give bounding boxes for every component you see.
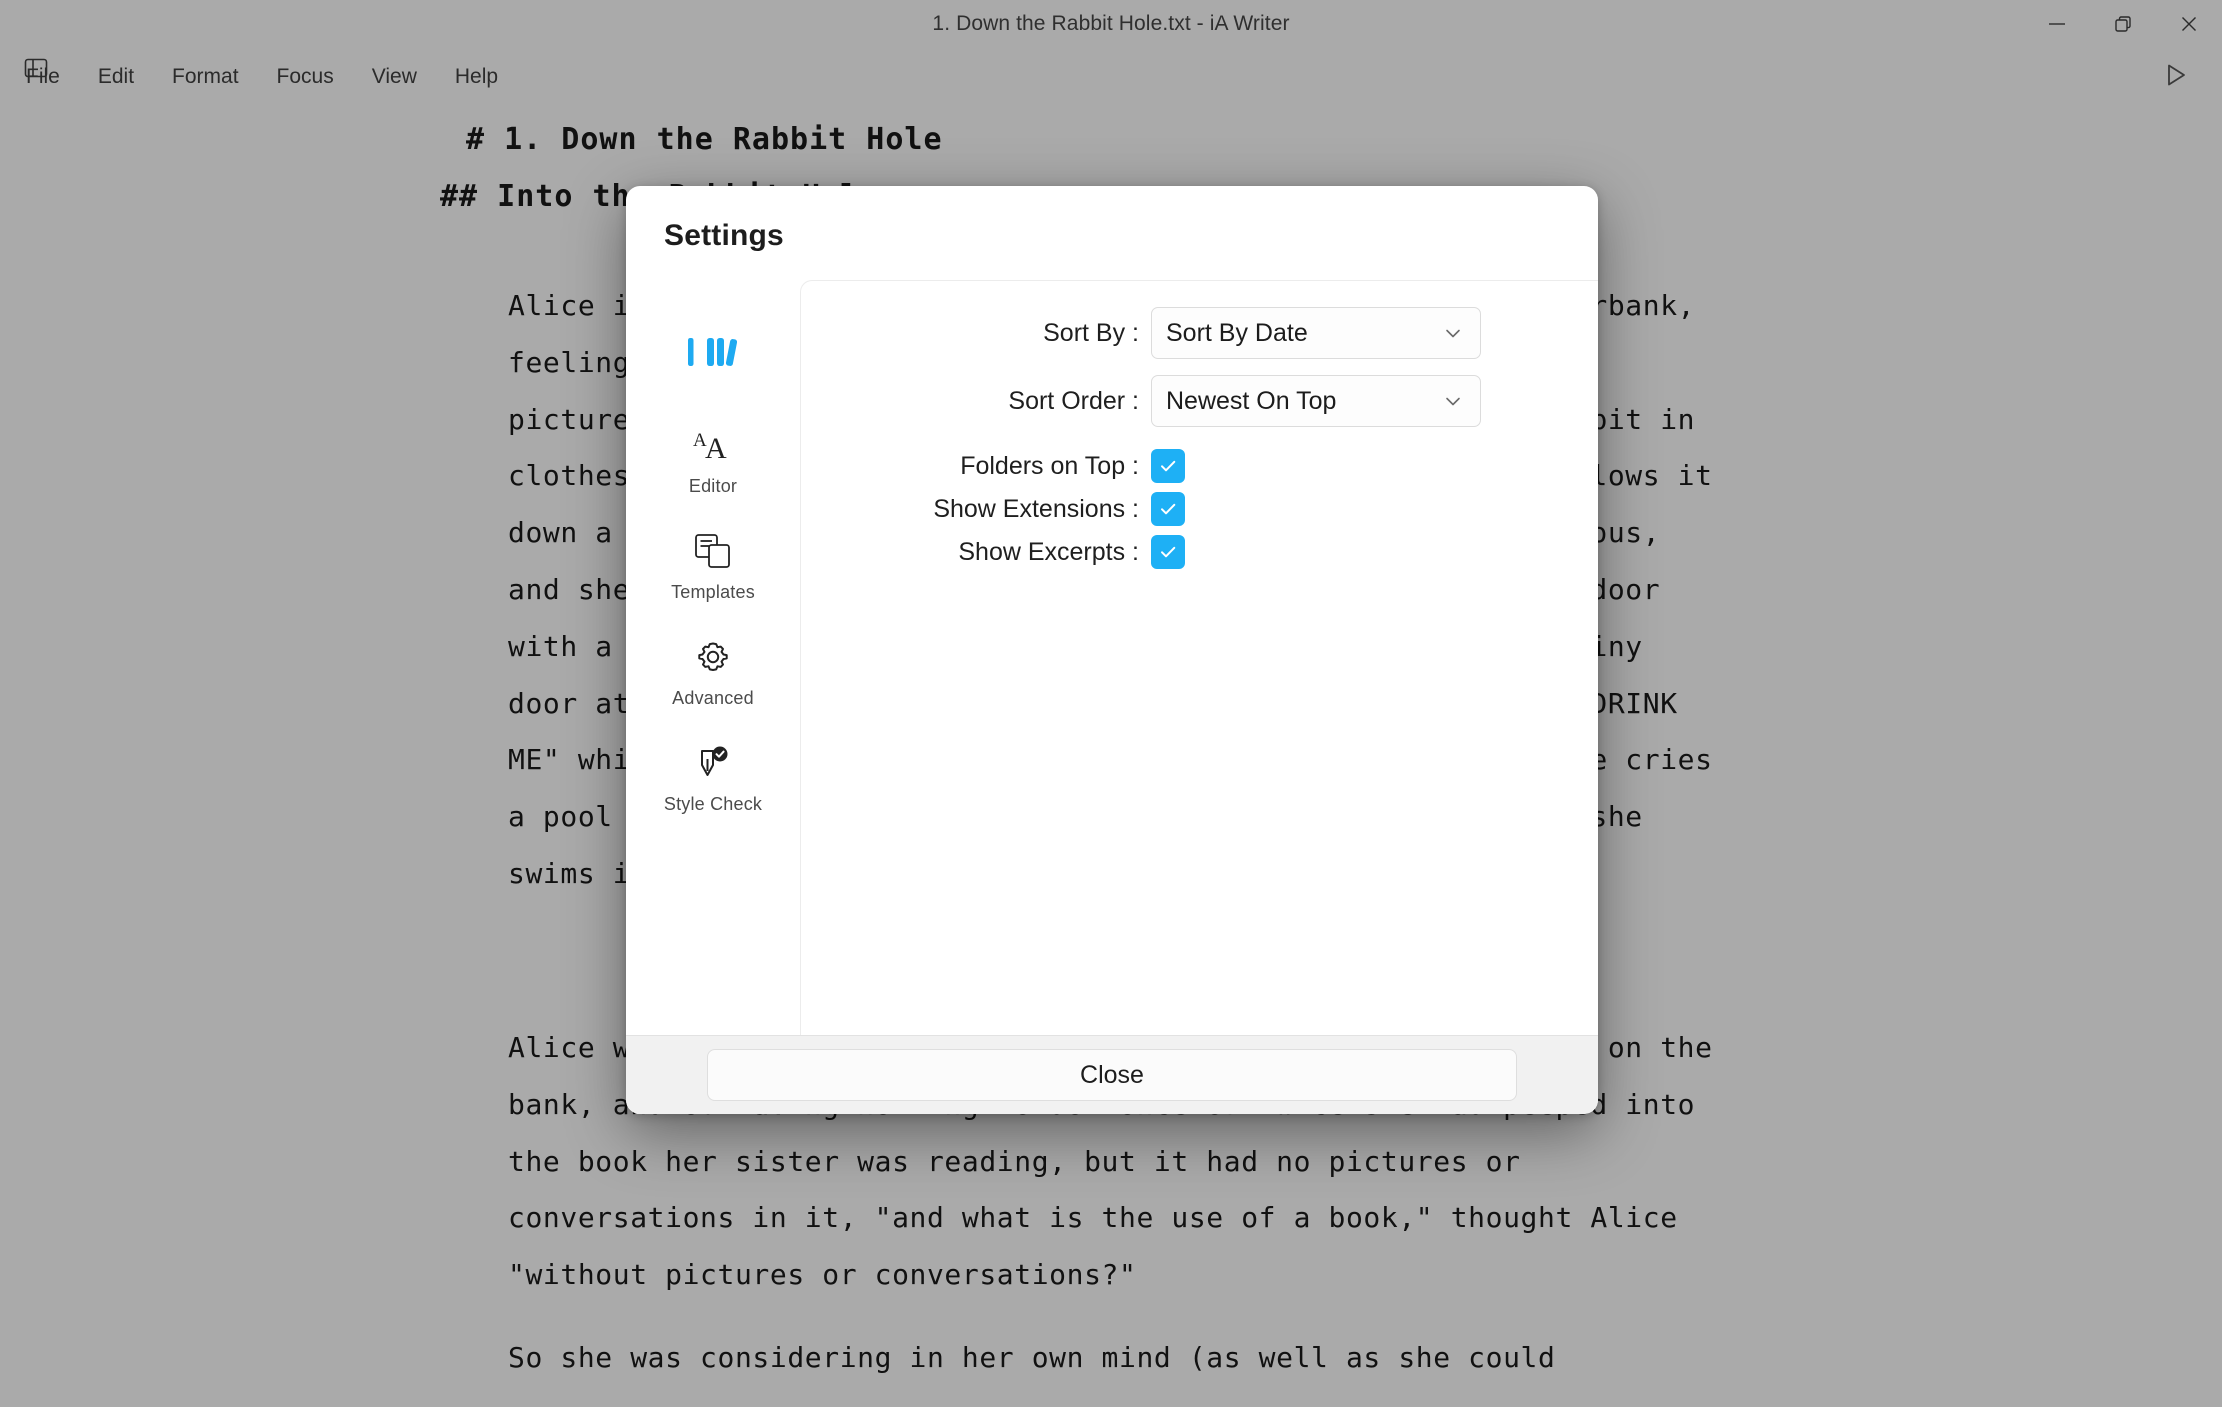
- settings-nav: A A Editor Templates Advanced Style Chec…: [626, 256, 800, 1036]
- check-icon: [1157, 498, 1179, 520]
- chevron-down-icon: [1442, 322, 1464, 344]
- sort-order-select[interactable]: Newest On Top: [1151, 375, 1481, 427]
- settings-nav-item-style-check[interactable]: Style Check: [638, 739, 788, 815]
- svg-text:A: A: [705, 432, 727, 464]
- modal-backdrop: Settings A A Editor Templates Advanced S…: [0, 0, 2222, 1407]
- settings-dialog-footer: Close: [626, 1035, 1598, 1114]
- settings-nav-item-editor[interactable]: A A Editor: [638, 421, 788, 497]
- chevron-down-icon: [1442, 390, 1464, 412]
- close-settings-button[interactable]: Close: [707, 1049, 1517, 1101]
- settings-nav-item-library[interactable]: [638, 328, 788, 383]
- books-library-icon: [685, 328, 741, 376]
- setting-row-folders-on-top: Folders on Top :: [801, 449, 1598, 483]
- settings-dialog-body: A A Editor Templates Advanced Style Chec…: [626, 256, 1598, 1036]
- folders-on-top-label: Folders on Top :: [960, 451, 1139, 480]
- folders-on-top-checkbox[interactable]: [1151, 449, 1185, 483]
- setting-row-sort-by: Sort By : Sort By Date: [801, 307, 1598, 359]
- templates-icon: [692, 527, 734, 575]
- settings-nav-item-advanced[interactable]: Advanced: [638, 633, 788, 709]
- sort-order-label: Sort Order :: [1008, 386, 1139, 415]
- show-excerpts-label: Show Excerpts :: [958, 537, 1139, 566]
- settings-nav-label-templates: Templates: [671, 582, 755, 602]
- sort-by-value: Sort By Date: [1166, 318, 1308, 347]
- setting-row-show-extensions: Show Extensions :: [801, 492, 1598, 526]
- check-icon: [1157, 541, 1179, 563]
- settings-nav-item-templates[interactable]: Templates: [638, 527, 788, 603]
- check-icon: [1157, 455, 1179, 477]
- sort-order-value: Newest On Top: [1166, 386, 1337, 415]
- pen-check-icon: [692, 739, 734, 787]
- font-size-icon: A A: [691, 421, 735, 469]
- settings-nav-label-style-check: Style Check: [663, 794, 763, 814]
- settings-nav-label-advanced: Advanced: [672, 688, 754, 708]
- show-extensions-checkbox[interactable]: [1151, 492, 1185, 526]
- setting-row-show-excerpts: Show Excerpts :: [801, 535, 1598, 569]
- show-excerpts-checkbox[interactable]: [1151, 535, 1185, 569]
- sort-by-select[interactable]: Sort By Date: [1151, 307, 1481, 359]
- show-extensions-label: Show Extensions :: [933, 494, 1139, 523]
- settings-nav-label-editor: Editor: [688, 476, 738, 496]
- sort-by-label: Sort By :: [1043, 318, 1139, 347]
- application-window: 1. Down the Rabbit Hole.txt - iA Writer: [0, 0, 2222, 1407]
- settings-panel-library: Sort By : Sort By Date Sort Order : Newe…: [800, 280, 1598, 1036]
- gear-icon: [693, 633, 733, 681]
- settings-dialog: Settings A A Editor Templates Advanced S…: [626, 186, 1598, 1114]
- setting-row-sort-order: Sort Order : Newest On Top: [801, 375, 1598, 427]
- settings-dialog-title: Settings: [664, 219, 784, 252]
